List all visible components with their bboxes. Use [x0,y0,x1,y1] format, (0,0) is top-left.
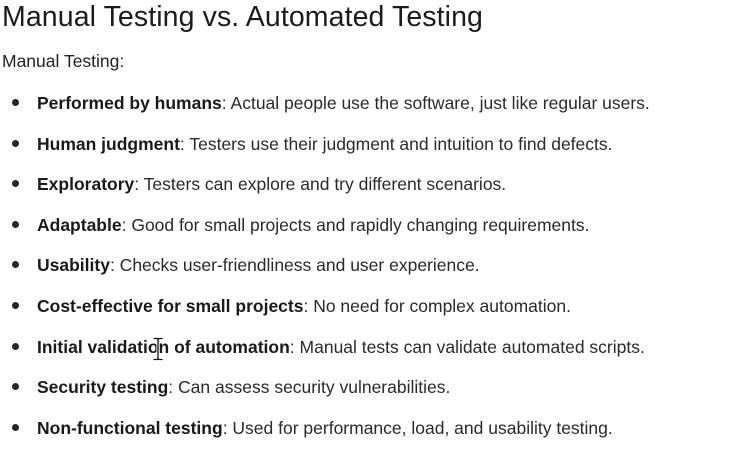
list-item: Human judgment: Testers use their judgme… [0,125,733,166]
list-item: Security testing: Can assess security vu… [0,368,733,409]
list-item-term: Security testing [37,377,169,398]
list-item-description: : Testers use their judgment and intuiti… [179,133,613,154]
list-item-text: Exploratory: Testers can explore and try… [37,165,506,203]
list-item-term: Usability [37,255,110,276]
bullet-dot-icon [12,342,19,350]
list-item-text: Human judgment: Testers use their judgme… [37,125,613,163]
bullet-dot-icon [12,423,19,431]
list-item: Adaptable: Good for small projects and r… [0,206,733,247]
list-item-term: Non-functional testing [37,417,223,438]
list-item: Cost-effective for small projects: No ne… [0,287,733,328]
list-item-description: : No need for complex automation. [303,295,571,316]
list-item-description: : Testers can explore and try different … [134,174,507,195]
list-item-term: Human judgment [37,133,180,154]
page-title: Manual Testing vs. Automated Testing [2,1,484,33]
bullet-dot-icon [12,220,19,228]
list-item-description: : Manual tests can validate automated sc… [289,336,645,357]
list-item-text: Initial validation of automation: Manual… [37,328,645,366]
list-item: Non-functional testing: Used for perform… [0,409,733,449]
list-item-term: Cost-effective for small projects [37,295,304,316]
list-item-text: Non-functional testing: Used for perform… [37,409,613,447]
list-item: Usability: Checks user-friendliness and … [0,246,733,287]
document: Manual Testing vs. Automated Testing Man… [0,0,733,447]
list-item-text: Cost-effective for small projects: No ne… [37,287,571,325]
bullet-list: Performed by humans: Actual people use t… [0,84,733,449]
list-item-description: : Used for performance, load, and usabil… [222,417,613,438]
list-item: Performed by humans: Actual people use t… [0,84,733,125]
list-item-text: Security testing: Can assess security vu… [37,368,450,406]
bullet-dot-icon [12,383,19,391]
list-item-description: : Can assess security vulnerabilities. [168,377,451,398]
bullet-dot-icon [12,301,19,309]
section-heading: Manual Testing: [2,51,125,71]
list-item-description: : Checks user-friendliness and user expe… [109,255,480,276]
list-item-text: Adaptable: Good for small projects and r… [37,206,590,244]
list-item: Initial validation of automation: Manual… [0,328,733,369]
list-item-description: : Good for small projects and rapidly ch… [121,214,590,235]
list-item: Exploratory: Testers can explore and try… [0,165,733,206]
bullet-dot-icon [12,139,19,147]
list-item-term: Performed by humans [37,93,222,113]
list-item-description: : Actual people use the software, just l… [221,93,650,113]
list-item-text: Usability: Checks user-friendliness and … [37,246,480,284]
bullet-dot-icon [12,180,19,188]
text-cursor-icon [152,337,164,361]
list-item-text: Performed by humans: Actual people use t… [37,84,650,122]
bullet-dot-icon [12,261,19,269]
bullet-dot-icon [12,99,19,106]
list-item-term: Exploratory [37,174,135,195]
list-item-term: Adaptable [37,214,122,235]
